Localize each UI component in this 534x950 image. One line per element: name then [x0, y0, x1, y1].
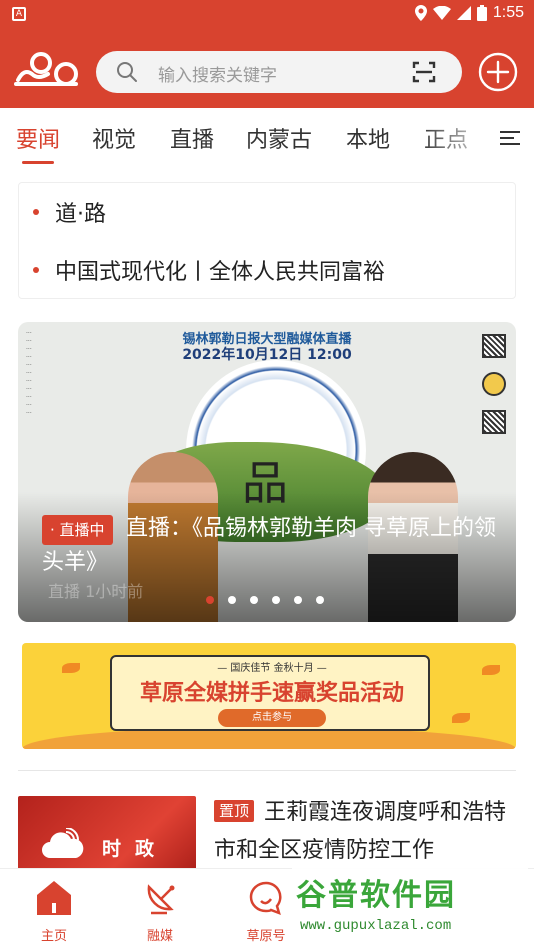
broadcast-cloud-icon — [42, 828, 84, 858]
watermark-logo: 谷普软件园 — [296, 878, 456, 913]
qr-code-icon — [482, 410, 506, 434]
carousel-dot[interactable] — [250, 596, 258, 604]
section-divider — [18, 770, 516, 771]
tab-bendi[interactable]: 本地 — [346, 122, 390, 154]
app-logo[interactable] — [14, 50, 82, 90]
carousel-dot[interactable] — [316, 596, 324, 604]
pinned-badge: 置顶 — [214, 800, 255, 822]
news-thumb-label: 时政 — [102, 838, 169, 860]
leaf-icon — [452, 713, 470, 723]
home-icon — [37, 881, 71, 915]
scan-icon[interactable] — [412, 60, 436, 84]
live-banner[interactable]: ··· ··· ··· ··· ··· ··· ··· ··· ··· ··· ··· 锡林郭勒日报… — [18, 322, 516, 622]
promo-title: 草原全媒拼手速赢奖品活动 — [139, 681, 404, 706]
clock: 1:55 — [492, 4, 524, 21]
qr-code-icon — [482, 334, 506, 358]
search-placeholder: 输入搜索关键字 — [158, 66, 277, 86]
leaf-icon — [62, 663, 80, 673]
nav-label: 融媒 — [146, 929, 173, 944]
watermark: 谷普软件园 www.gupuxlazal.com — [292, 866, 528, 944]
active-tab-indicator — [22, 161, 54, 164]
banner-caption: 直播：《品锡林郭勒羊肉 寻草原上的领头羊》 — [42, 516, 496, 575]
chat-bubble-icon — [249, 881, 282, 916]
bullet-icon — [33, 267, 39, 273]
watermark-url: www.gupuxlazal.com — [300, 918, 452, 934]
promo-subline: — 国庆佳节 金秋十月 — — [217, 663, 327, 674]
tab-fade — [420, 108, 500, 168]
tab-shijue[interactable]: 视觉 — [92, 122, 136, 154]
tab-neimenggu[interactable]: 内蒙古 — [246, 122, 312, 154]
wifi-icon — [432, 6, 451, 20]
bullet-icon — [33, 209, 39, 215]
headline-item[interactable]: 道·路 — [33, 183, 106, 241]
leaf-icon — [482, 665, 500, 675]
headline-item[interactable]: 中国式现代化丨全体人民共同富裕 — [33, 241, 385, 299]
headline-list: 道·路 中国式现代化丨全体人民共同富裕 — [18, 182, 516, 299]
carousel-dot[interactable] — [272, 596, 280, 604]
location-icon — [414, 5, 427, 21]
signal-icon — [456, 6, 471, 20]
nav-label: 主页 — [40, 929, 67, 944]
banner-subcaption: 直播 1小时前 — [48, 582, 144, 601]
promo-banner[interactable]: — 国庆佳节 金秋十月 — 草原全媒拼手速赢奖品活动 点击参与 — [22, 643, 516, 749]
add-circle-icon[interactable] — [478, 52, 518, 92]
news-title[interactable]: 王莉霞连夜调度呼和浩特市和全区疫情防控工作 — [214, 794, 514, 870]
headline-text: 道·路 — [55, 202, 106, 227]
tab-yaowen[interactable]: 要闻 — [16, 122, 60, 154]
status-bar: A 1:55 — [0, 0, 534, 30]
carousel-dot-active[interactable] — [206, 596, 214, 604]
headline-text: 中国式现代化丨全体人民共同富裕 — [55, 260, 386, 285]
battery-icon — [476, 5, 487, 21]
category-tabs: 要闻 视觉 直播 内蒙古 本地 正点 — [0, 108, 534, 168]
app-header: 输入搜索关键字 — [0, 30, 534, 108]
menu-icon[interactable] — [500, 130, 520, 146]
search-bar[interactable]: 输入搜索关键字 — [96, 51, 462, 93]
platform-logo-icon — [482, 372, 506, 396]
promo-cta-button[interactable]: 点击参与 — [218, 709, 326, 727]
carousel-indicator — [206, 596, 324, 604]
search-icon — [117, 62, 137, 82]
app-notification-icon: A — [12, 7, 26, 21]
carousel-dot[interactable] — [294, 596, 302, 604]
satellite-dish-icon — [147, 884, 175, 915]
promo-panel: — 国庆佳节 金秋十月 — 草原全媒拼手速赢奖品活动 点击参与 — [110, 655, 430, 731]
carousel-dot[interactable] — [228, 596, 236, 604]
nav-media[interactable]: 融媒 — [120, 875, 200, 944]
nav-home[interactable]: 主页 — [14, 875, 94, 944]
tab-zhibo[interactable]: 直播 — [170, 122, 214, 154]
